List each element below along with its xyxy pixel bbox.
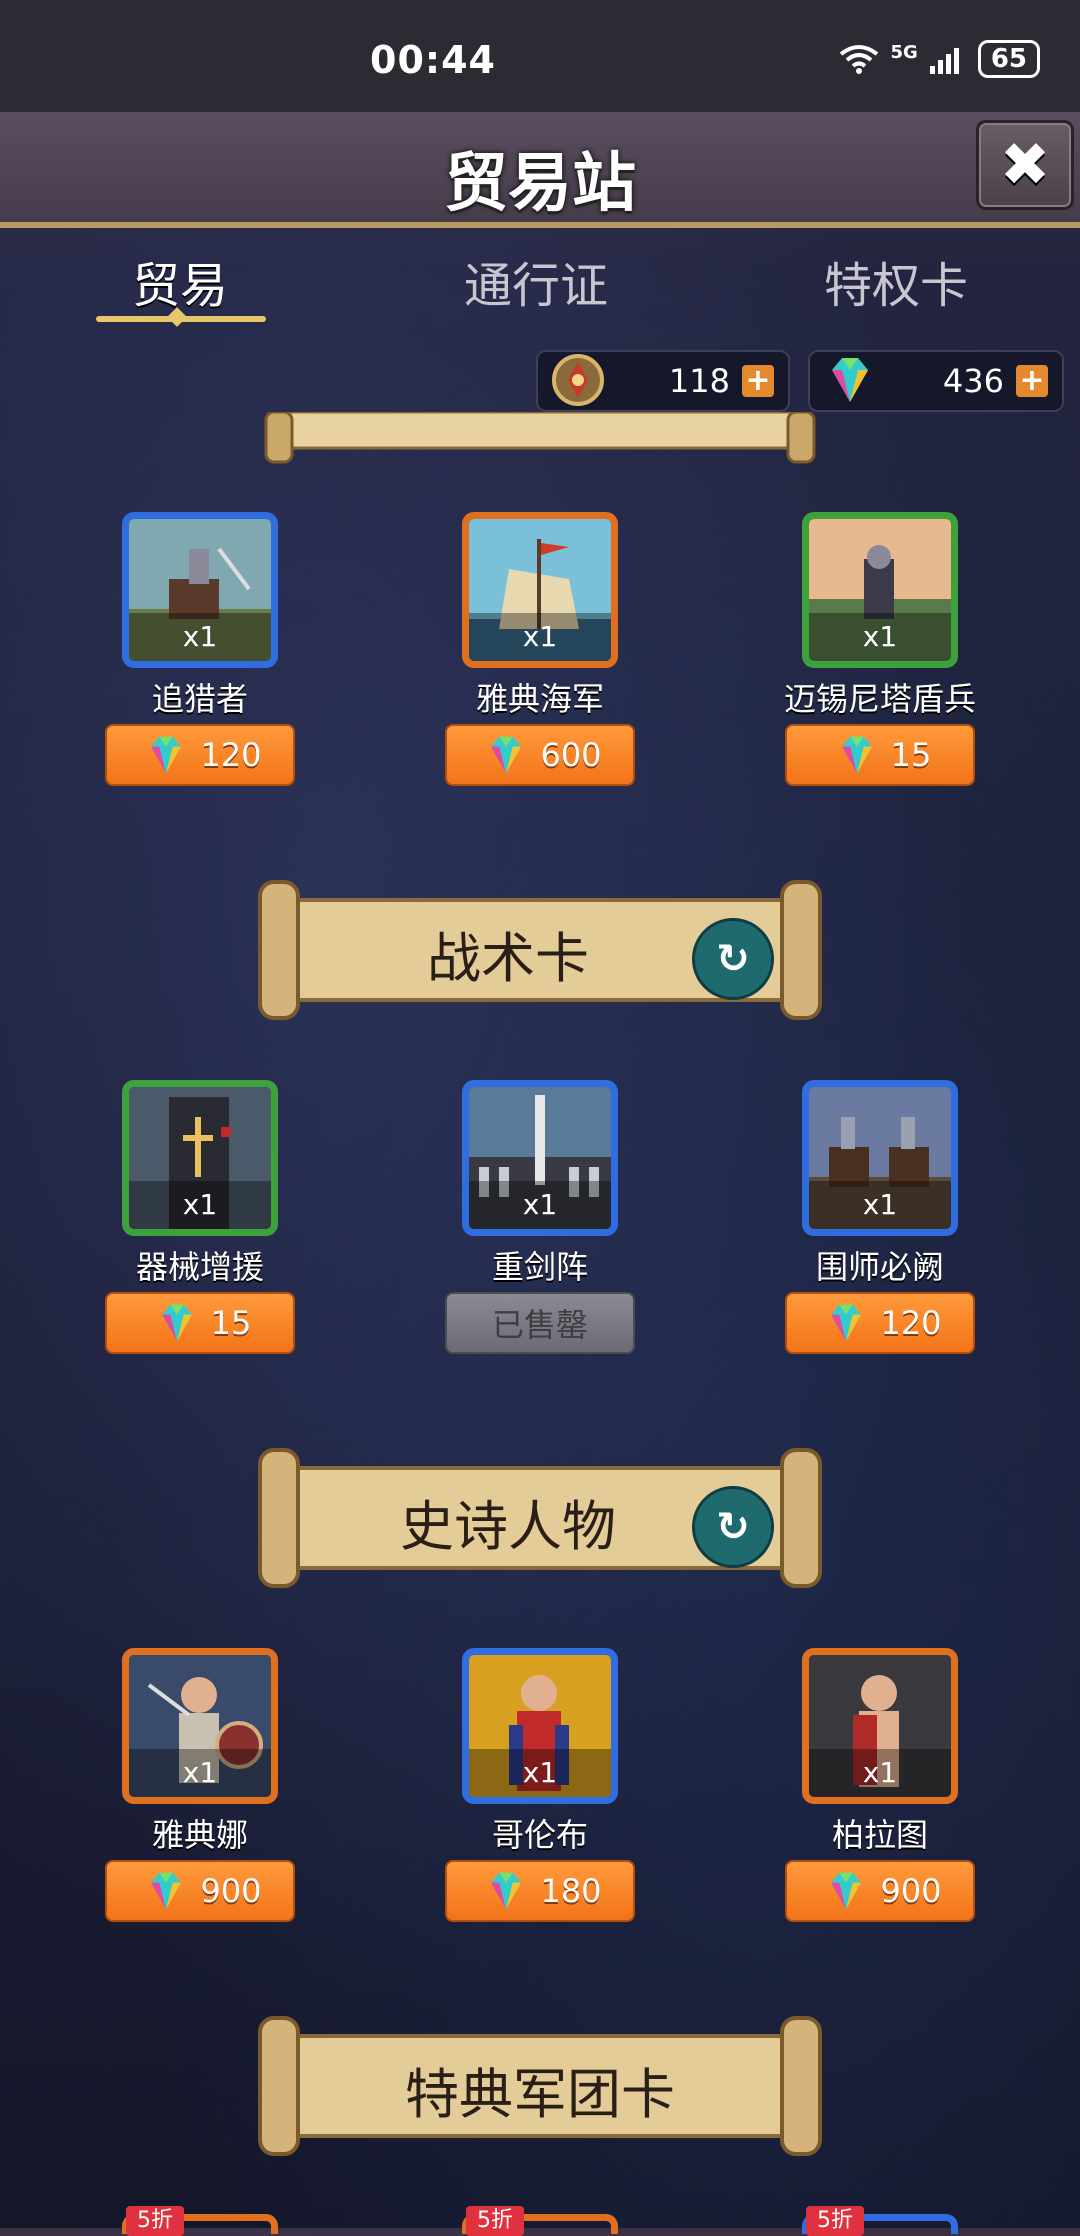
gem-amount: 436 <box>942 362 1004 400</box>
refresh-button[interactable]: ↻ <box>692 918 774 1000</box>
signal-icon <box>929 48 959 74</box>
clock: 00:44 <box>370 38 496 82</box>
tab-pass[interactable]: 通行证 <box>416 246 656 316</box>
refresh-icon: ↻ <box>716 936 750 982</box>
gem-icon <box>831 1872 862 1910</box>
item-quantity: x1 <box>129 1181 271 1229</box>
gem-icon <box>151 1872 182 1910</box>
item-quantity: x1 <box>469 1749 611 1797</box>
gem-icon <box>161 1304 192 1342</box>
close-icon: ✖ <box>999 130 1051 200</box>
buy-button[interactable]: 15 <box>105 1292 295 1354</box>
item-card-frame: x1 <box>802 1648 958 1804</box>
item-price: 900 <box>880 1872 942 1910</box>
item-name: 迈锡尼塔盾兵 <box>783 680 976 718</box>
shop-item-siege-gap[interactable]: x1 围师必阙 120 <box>780 1080 980 1370</box>
item-price: 600 <box>540 736 602 774</box>
scroll-banner-partial <box>262 410 818 464</box>
add-gem-button[interactable]: + <box>1016 365 1048 397</box>
item-quantity: x1 <box>469 1181 611 1229</box>
sold-out-button: 已售罄 <box>445 1292 635 1354</box>
item-quantity: x1 <box>809 1749 951 1797</box>
item-price: 15 <box>890 736 932 774</box>
item-card-frame: x1 <box>802 1080 958 1236</box>
item-price: 900 <box>200 1872 262 1910</box>
item-price: 15 <box>210 1304 252 1342</box>
gem-icon <box>832 358 868 402</box>
discount-badge: 5折 <box>806 2206 864 2236</box>
item-name: 围师必阙 <box>815 1248 944 1286</box>
gem-icon <box>151 736 182 774</box>
item-card-frame: x1 <box>462 1648 618 1804</box>
item-price: 120 <box>200 736 262 774</box>
section-banner-tactics: 战术卡 ↻ <box>258 880 822 1020</box>
buy-button[interactable]: 120 <box>105 724 295 786</box>
item-name: 雅典娜 <box>151 1816 248 1854</box>
medal-icon <box>552 354 604 406</box>
item-card-frame: x1 <box>802 512 958 668</box>
medal-currency: 118 + <box>536 350 790 412</box>
wifi-icon <box>839 45 878 74</box>
gem-icon <box>491 1872 522 1910</box>
item-name: 哥伦布 <box>491 1816 588 1854</box>
buy-button[interactable]: 15 <box>785 724 975 786</box>
item-price: 180 <box>540 1872 602 1910</box>
item-name: 重剑阵 <box>491 1248 588 1286</box>
buy-button[interactable]: 120 <box>785 1292 975 1354</box>
status-icons: 5G 65 <box>839 40 1040 78</box>
tab-bar: 贸易 通行证 特权卡 <box>0 236 1080 336</box>
battery-indicator: 65 <box>977 40 1040 78</box>
buy-button[interactable]: 180 <box>445 1860 635 1922</box>
discount-badge: 5折 <box>466 2206 524 2236</box>
item-quantity: x1 <box>129 613 271 661</box>
item-card-frame: x1 <box>122 1080 278 1236</box>
item-quantity: x1 <box>469 613 611 661</box>
item-price: 120 <box>880 1304 942 1342</box>
buy-button[interactable]: 900 <box>785 1860 975 1922</box>
item-card-frame: x1 <box>122 1648 278 1804</box>
shop-item-mycenae-shield[interactable]: x1 迈锡尼塔盾兵 15 <box>780 512 980 802</box>
gem-icon <box>831 1304 862 1342</box>
gem-icon <box>491 736 522 774</box>
buy-button[interactable]: 900 <box>105 1860 295 1922</box>
item-name: 柏拉图 <box>831 1816 928 1854</box>
tab-privilege[interactable]: 特权卡 <box>776 246 1016 316</box>
shop-item-columbus[interactable]: x1 哥伦布 180 <box>440 1648 640 1938</box>
section-title: 战术卡 <box>427 927 589 990</box>
item-name: 雅典海军 <box>475 680 604 718</box>
shop-item-athens-navy[interactable]: x1 雅典海军 600 <box>440 512 640 802</box>
shop-item-plato[interactable]: x1 柏拉图 900 <box>780 1648 980 1938</box>
tab-trade[interactable]: 贸易 <box>60 246 300 316</box>
item-name: 追猎者 <box>151 680 248 718</box>
shop-item-siege-support[interactable]: x1 器械增援 15 <box>100 1080 300 1370</box>
section-title: 史诗人物 <box>400 1495 616 1558</box>
gem-icon <box>841 736 872 774</box>
item-card-frame: x1 <box>462 512 618 668</box>
buy-button[interactable]: 600 <box>445 724 635 786</box>
status-bar: 00:44 5G 65 <box>0 0 1080 112</box>
gem-currency: 436 + <box>808 350 1064 412</box>
page-title: 贸易站 <box>444 147 636 221</box>
section-banner-epic: 史诗人物 ↻ <box>258 1448 822 1588</box>
item-card-frame: x1 <box>122 512 278 668</box>
close-button[interactable]: ✖ <box>976 120 1074 210</box>
refresh-icon: ↻ <box>716 1504 750 1550</box>
medal-amount: 118 <box>668 362 730 400</box>
item-card-frame: x1 <box>462 1080 618 1236</box>
item-quantity: x1 <box>809 613 951 661</box>
shop-item-athena[interactable]: x1 雅典娜 900 <box>100 1648 300 1938</box>
network-label: 5G <box>890 41 918 63</box>
item-name: 器械增援 <box>135 1248 264 1286</box>
shop-item-heavy-sword[interactable]: x1 重剑阵 已售罄 <box>440 1080 640 1370</box>
add-medal-button[interactable]: + <box>742 365 774 397</box>
title-bar: 贸易站 ✖ <box>0 112 1080 228</box>
shop-item-hunter[interactable]: x1 追猎者 120 <box>100 512 300 802</box>
sold-out-label: 已售罄 <box>491 1306 588 1344</box>
item-quantity: x1 <box>809 1181 951 1229</box>
refresh-button[interactable]: ↻ <box>692 1486 774 1568</box>
item-quantity: x1 <box>129 1749 271 1797</box>
section-title: 特典军团卡 <box>405 2063 675 2126</box>
discount-badge: 5折 <box>126 2206 184 2236</box>
section-banner-legion: 特典军团卡 <box>258 2016 822 2156</box>
